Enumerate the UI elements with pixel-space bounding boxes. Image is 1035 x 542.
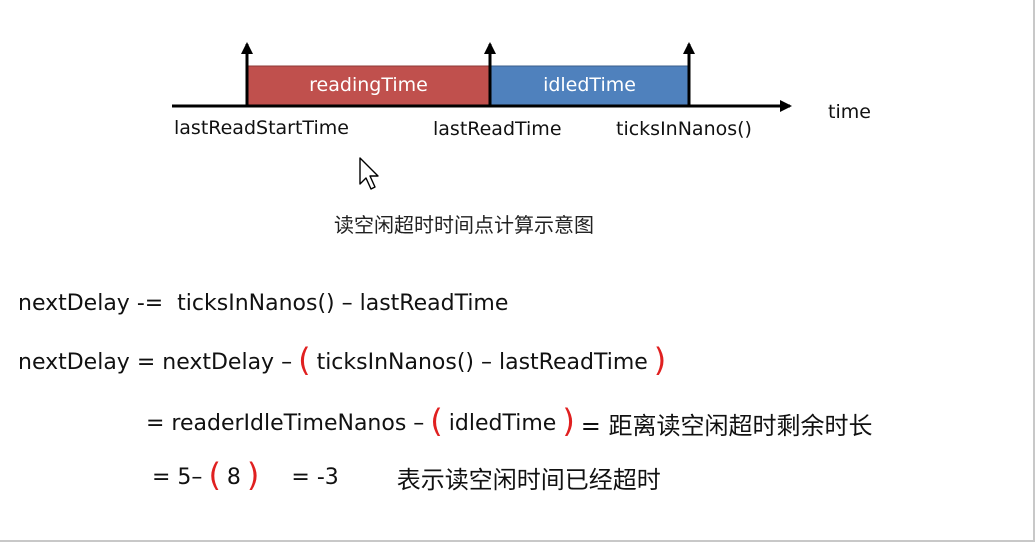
- tick-label-last-read-time: lastReadTime: [433, 118, 562, 140]
- formula-line-4: = 5– ( 8 ) = -3 表示读空闲时间已经超时: [152, 459, 661, 495]
- paren-open: (: [298, 341, 311, 379]
- formula-line-4-post: = -3: [291, 464, 339, 490]
- paren-close: ): [653, 341, 667, 379]
- formula-line-3: = readerIdleTimeNanos – ( idledTime ) = …: [146, 405, 873, 441]
- formula-line-2-pre: nextDelay = nextDelay –: [18, 349, 293, 375]
- formula-line-4-mid: 8: [226, 464, 241, 490]
- reading-time-label: readingTime: [309, 74, 428, 96]
- idled-time-label: idledTime: [543, 74, 636, 96]
- tick-label-last-read-start-time: lastReadStartTime: [174, 117, 349, 139]
- axis-time-label: time: [828, 101, 871, 123]
- paren-open: (: [208, 456, 221, 494]
- formula-line-1-text: nextDelay -= ticksInNanos() – lastReadTi…: [18, 290, 509, 316]
- formula-line-4-note: 表示读空闲时间已经超时: [396, 465, 661, 494]
- paren-close: ): [246, 456, 260, 494]
- tick-label-ticks-in-nanos: ticksInNanos(): [616, 118, 752, 140]
- diagram-caption: 读空闲超时时间点计算示意图: [334, 213, 594, 237]
- mouse-cursor-icon: [359, 157, 379, 190]
- formula-line-2-mid: ticksInNanos() – lastReadTime: [316, 349, 648, 375]
- formula-line-3-mid: idledTime: [448, 410, 557, 436]
- formula-line-1: nextDelay -= ticksInNanos() – lastReadTi…: [18, 287, 508, 319]
- formula-line-4-pre: = 5–: [152, 464, 203, 490]
- paren-open: (: [430, 402, 443, 440]
- paren-close: ): [562, 402, 575, 440]
- formula-line-3-post: = 距离读空闲超时剩余时长: [580, 411, 873, 440]
- formula-line-2: nextDelay = nextDelay – ( ticksInNanos()…: [18, 344, 672, 380]
- formula-line-3-pre: = readerIdleTimeNanos –: [146, 410, 425, 436]
